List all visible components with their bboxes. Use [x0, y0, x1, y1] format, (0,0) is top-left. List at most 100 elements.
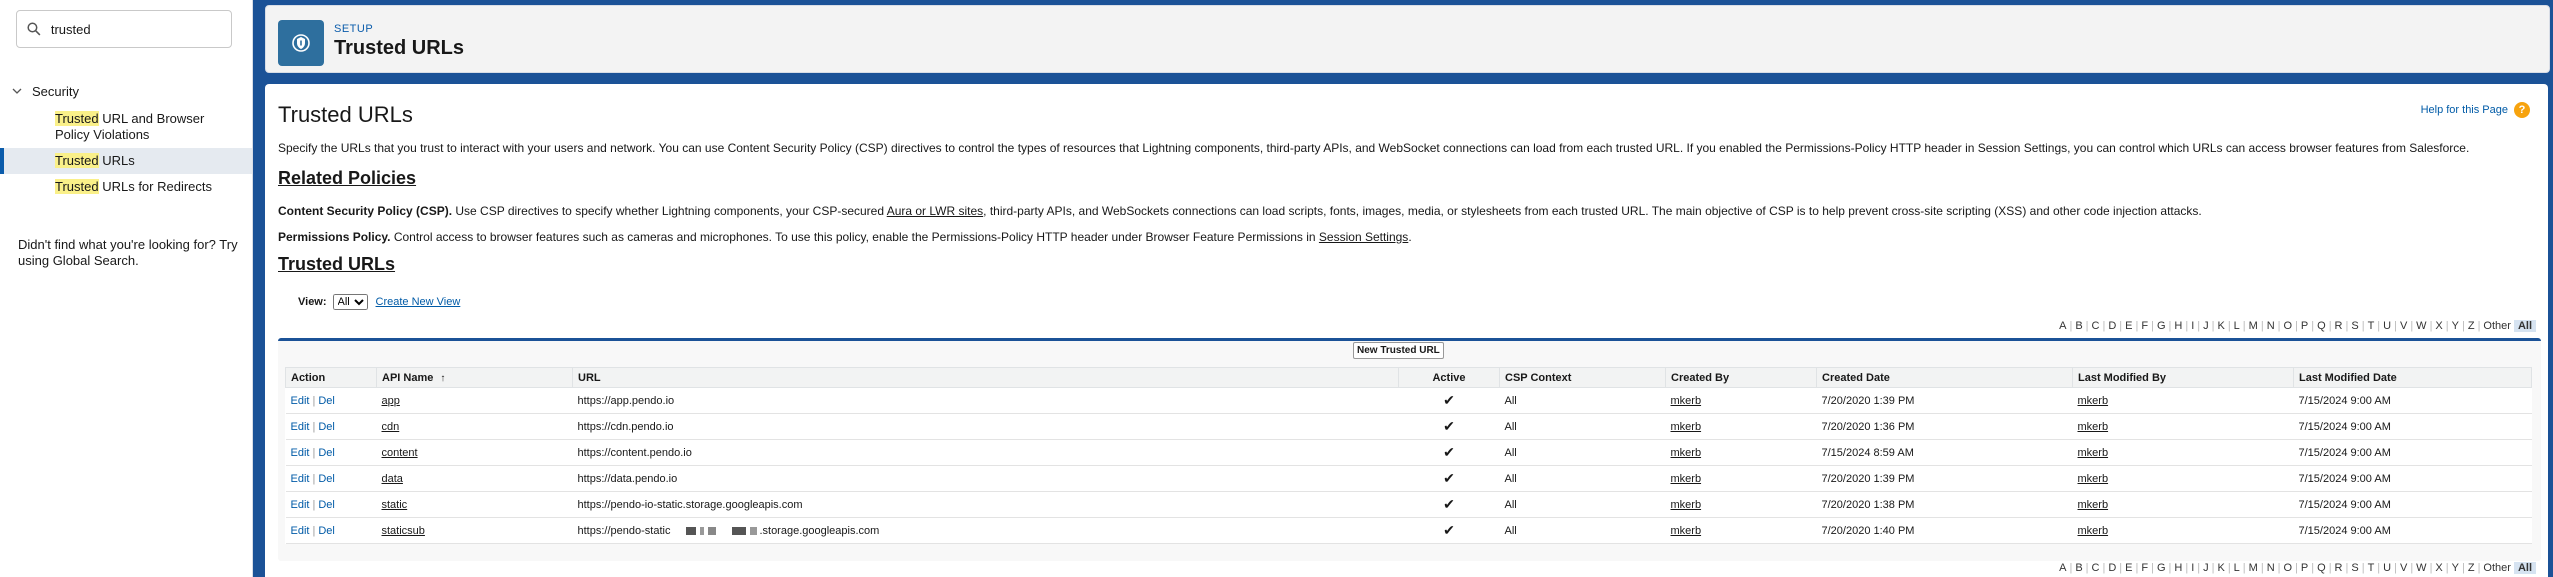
create-new-view-link[interactable]: Create New View	[376, 296, 461, 308]
alpha-filter-h[interactable]: H	[2171, 562, 2185, 574]
alpha-filter-y[interactable]: Y	[2449, 320, 2462, 332]
tree-item-trusted-urls[interactable]: Trusted URLs	[0, 148, 252, 174]
alpha-filter-f[interactable]: F	[2138, 320, 2151, 332]
alpha-filter-m[interactable]: M	[2246, 320, 2261, 332]
alpha-filter-p[interactable]: P	[2298, 562, 2311, 574]
alpha-filter-other[interactable]: Other	[2480, 320, 2514, 332]
last-modified-by-link[interactable]: mkerb	[2078, 473, 2109, 485]
new-trusted-url-button[interactable]: New Trusted URL	[1353, 342, 1444, 359]
quick-find-input[interactable]	[48, 20, 231, 38]
alpha-filter-w[interactable]: W	[2413, 320, 2429, 332]
alpha-filter-g[interactable]: G	[2154, 320, 2169, 332]
alpha-filter-z[interactable]: Z	[2465, 320, 2478, 332]
api-name-link[interactable]: static	[382, 499, 408, 511]
view-select[interactable]: All	[332, 294, 368, 310]
alpha-filter-o[interactable]: O	[2281, 562, 2296, 574]
alpha-filter-a[interactable]: A	[2056, 562, 2069, 574]
alpha-filter-b[interactable]: B	[2072, 562, 2085, 574]
del-link[interactable]: Del	[318, 447, 335, 459]
alpha-filter-n[interactable]: N	[2264, 320, 2278, 332]
tree-item-trusted-urls-redirects[interactable]: Trusted URLs for Redirects	[0, 174, 252, 200]
alpha-filter-x[interactable]: X	[2432, 562, 2445, 574]
alpha-filter-q[interactable]: Q	[2314, 562, 2329, 574]
alpha-filter-p[interactable]: P	[2298, 320, 2311, 332]
alpha-filter-f[interactable]: F	[2138, 562, 2151, 574]
alpha-filter-s[interactable]: S	[2348, 320, 2361, 332]
edit-link[interactable]: Edit	[291, 473, 310, 485]
alpha-filter-v[interactable]: V	[2397, 320, 2410, 332]
del-link[interactable]: Del	[318, 499, 335, 511]
alpha-filter-d[interactable]: D	[2105, 562, 2119, 574]
alpha-filter-h[interactable]: H	[2171, 320, 2185, 332]
created-by-link[interactable]: mkerb	[1671, 421, 1702, 433]
alpha-filter-n[interactable]: N	[2264, 562, 2278, 574]
del-link[interactable]: Del	[318, 421, 335, 433]
col-api-name[interactable]: API Name ↑	[376, 367, 573, 388]
api-name-link[interactable]: data	[382, 473, 403, 485]
tree-item-trusted-url-violations[interactable]: Trusted URL and Browser Policy Violation…	[0, 106, 252, 148]
alpha-filter-d[interactable]: D	[2105, 320, 2119, 332]
alpha-filter-c[interactable]: C	[2089, 320, 2103, 332]
alpha-filter-i[interactable]: I	[2188, 562, 2197, 574]
edit-link[interactable]: Edit	[291, 525, 310, 537]
created-by-link[interactable]: mkerb	[1671, 473, 1702, 485]
aura-lwr-sites-link[interactable]: Aura or LWR sites	[887, 204, 983, 218]
last-modified-by-link[interactable]: mkerb	[2078, 499, 2109, 511]
alpha-filter-a[interactable]: A	[2056, 320, 2069, 332]
alpha-filter-z[interactable]: Z	[2465, 562, 2478, 574]
del-link[interactable]: Del	[318, 473, 335, 485]
alpha-filter-r[interactable]: R	[2332, 320, 2346, 332]
alpha-filter-j[interactable]: J	[2200, 562, 2212, 574]
alpha-filter-e[interactable]: E	[2122, 562, 2135, 574]
alpha-filter-t[interactable]: T	[2365, 320, 2378, 332]
last-modified-by-link[interactable]: mkerb	[2078, 421, 2109, 433]
alpha-filter-b[interactable]: B	[2072, 320, 2085, 332]
alpha-filter-i[interactable]: I	[2188, 320, 2197, 332]
created-by-link[interactable]: mkerb	[1671, 499, 1702, 511]
alpha-filter-t[interactable]: T	[2365, 562, 2378, 574]
edit-link[interactable]: Edit	[291, 499, 310, 511]
edit-link[interactable]: Edit	[291, 421, 310, 433]
created-by-link[interactable]: mkerb	[1671, 447, 1702, 459]
help-link[interactable]: Help for this Page ?	[2421, 102, 2530, 118]
alpha-filter-u[interactable]: U	[2380, 320, 2394, 332]
alpha-filter-all[interactable]: All	[2513, 320, 2536, 332]
alpha-filter-q[interactable]: Q	[2314, 320, 2329, 332]
last-modified-by-link[interactable]: mkerb	[2078, 447, 2109, 459]
chevron-down-icon[interactable]	[12, 86, 22, 96]
alpha-filter-j[interactable]: J	[2200, 320, 2212, 332]
alpha-filter-l[interactable]: L	[2231, 562, 2243, 574]
edit-link[interactable]: Edit	[291, 447, 310, 459]
tree-group-security[interactable]: Security	[0, 80, 252, 102]
api-name-link[interactable]: app	[382, 395, 400, 407]
alpha-filter-other[interactable]: Other	[2480, 562, 2514, 574]
alpha-filter-m[interactable]: M	[2246, 562, 2261, 574]
edit-link[interactable]: Edit	[291, 395, 310, 407]
api-name-cell: static	[376, 491, 573, 518]
api-name-link[interactable]: content	[382, 447, 418, 459]
alpha-filter-g[interactable]: G	[2154, 562, 2169, 574]
alpha-filter-c[interactable]: C	[2089, 562, 2103, 574]
created-by-link[interactable]: mkerb	[1671, 395, 1702, 407]
alpha-filter-w[interactable]: W	[2413, 562, 2429, 574]
session-settings-link[interactable]: Session Settings	[1319, 230, 1408, 244]
alpha-filter-l[interactable]: L	[2231, 320, 2243, 332]
alpha-filter-k[interactable]: K	[2214, 562, 2227, 574]
last-modified-by-link[interactable]: mkerb	[2078, 395, 2109, 407]
alpha-filter-e[interactable]: E	[2122, 320, 2135, 332]
alpha-filter-all[interactable]: All	[2513, 562, 2536, 574]
alpha-filter-y[interactable]: Y	[2449, 562, 2462, 574]
del-link[interactable]: Del	[318, 525, 335, 537]
alpha-filter-s[interactable]: S	[2348, 562, 2361, 574]
api-name-link[interactable]: cdn	[382, 421, 400, 433]
del-link[interactable]: Del	[318, 395, 335, 407]
alpha-filter-r[interactable]: R	[2332, 562, 2346, 574]
alpha-filter-x[interactable]: X	[2432, 320, 2445, 332]
created-by-link[interactable]: mkerb	[1671, 525, 1702, 537]
alpha-filter-u[interactable]: U	[2380, 562, 2394, 574]
last-modified-by-link[interactable]: mkerb	[2078, 525, 2109, 537]
api-name-link[interactable]: staticsub	[382, 525, 425, 537]
alpha-filter-o[interactable]: O	[2281, 320, 2296, 332]
alpha-filter-v[interactable]: V	[2397, 562, 2410, 574]
alpha-filter-k[interactable]: K	[2214, 320, 2227, 332]
